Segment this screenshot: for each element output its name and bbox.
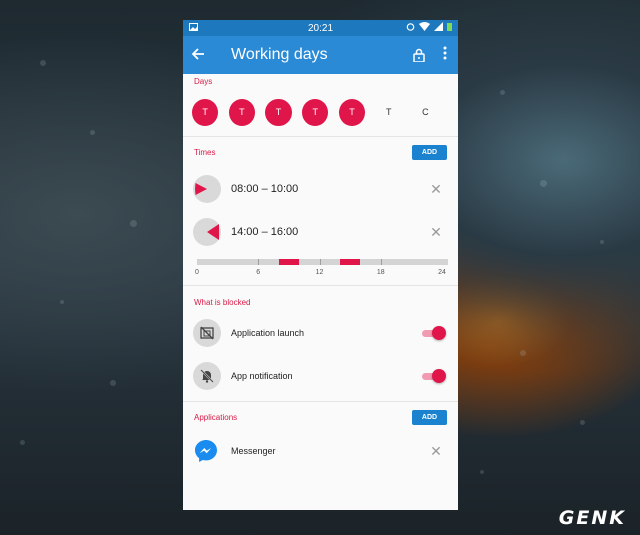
back-arrow-icon[interactable] bbox=[191, 45, 213, 66]
blocked-item-notification: App notification bbox=[183, 354, 458, 397]
day-toggle-4[interactable]: T bbox=[302, 98, 329, 126]
applications-label: Applications bbox=[194, 412, 238, 422]
timeline-tick bbox=[258, 259, 260, 265]
remove-application-icon[interactable]: ✕ bbox=[430, 444, 442, 458]
timeline-tick-label: 0 bbox=[195, 269, 199, 276]
time-range: 08:00 – 10:00 bbox=[231, 182, 299, 195]
timeline-tick-label: 24 bbox=[438, 269, 446, 276]
blocked-item-label: App notification bbox=[231, 370, 293, 381]
day-toggle-5[interactable]: T bbox=[338, 98, 366, 126]
add-application-button[interactable]: ADD bbox=[412, 409, 447, 425]
application-item[interactable]: Messenger ✕ bbox=[183, 432, 458, 470]
notification-toggle[interactable] bbox=[422, 368, 446, 383]
time-entry[interactable]: 08:00 – 10:00 ✕ bbox=[183, 167, 458, 210]
blocked-item-label: Application launch bbox=[231, 327, 305, 338]
day-toggle-6[interactable]: T bbox=[376, 99, 402, 126]
battery-icon bbox=[447, 22, 452, 34]
blocked-label: What is blocked bbox=[194, 298, 251, 307]
days-label: Days bbox=[194, 77, 213, 86]
timeline-track bbox=[197, 259, 448, 265]
day-toggle-1[interactable]: T bbox=[192, 98, 219, 126]
timeline-tick-label: 6 bbox=[256, 269, 261, 276]
day-selector: T T T T T T C bbox=[183, 92, 458, 132]
genk-watermark-logo: GENK bbox=[558, 507, 626, 529]
times-label: Times bbox=[194, 147, 216, 157]
day-toggle-3[interactable]: T bbox=[265, 98, 292, 126]
add-time-button[interactable]: ADD bbox=[412, 144, 447, 160]
image-icon bbox=[189, 22, 198, 34]
alarm-icon bbox=[406, 22, 415, 34]
times-header: Times ADD bbox=[183, 137, 458, 167]
clock-icon bbox=[193, 217, 221, 246]
app-launch-toggle[interactable] bbox=[422, 325, 446, 340]
phone-screen: 20:21 Working days Days T T T T T T C Ti… bbox=[183, 20, 458, 510]
timeline-tick bbox=[380, 259, 382, 265]
notification-off-icon bbox=[193, 361, 221, 390]
blocked-item-app-launch: Application launch bbox=[183, 311, 458, 354]
day-toggle-7[interactable]: C bbox=[412, 99, 438, 126]
application-label: Messenger bbox=[231, 446, 276, 456]
timeline-segment bbox=[339, 259, 361, 265]
page-title: Working days bbox=[231, 46, 328, 63]
timeline-segment bbox=[278, 259, 300, 265]
signal-icon bbox=[434, 22, 443, 34]
remove-time-icon[interactable]: ✕ bbox=[430, 225, 442, 239]
day-toggle-2[interactable]: T bbox=[228, 98, 255, 126]
messenger-icon bbox=[193, 438, 219, 464]
more-vert-icon[interactable] bbox=[440, 46, 450, 65]
app-launch-blocked-icon bbox=[193, 318, 221, 347]
time-entry[interactable]: 14:00 – 16:00 ✕ bbox=[183, 210, 458, 253]
timeline-tick-label: 12 bbox=[315, 269, 324, 276]
time-range: 14:00 – 16:00 bbox=[231, 225, 299, 238]
applications-header: Applications ADD bbox=[183, 402, 458, 432]
remove-time-icon[interactable]: ✕ bbox=[430, 182, 442, 196]
app-bar: Working days bbox=[183, 36, 458, 74]
timeline-tick bbox=[319, 259, 321, 265]
status-bar: 20:21 bbox=[183, 20, 458, 36]
timeline-tick-label: 18 bbox=[376, 269, 385, 276]
lock-icon[interactable] bbox=[412, 48, 426, 63]
time-timeline: 0 6 12 18 24 bbox=[195, 253, 448, 283]
clock-icon bbox=[193, 174, 221, 203]
wifi-icon bbox=[419, 22, 430, 34]
